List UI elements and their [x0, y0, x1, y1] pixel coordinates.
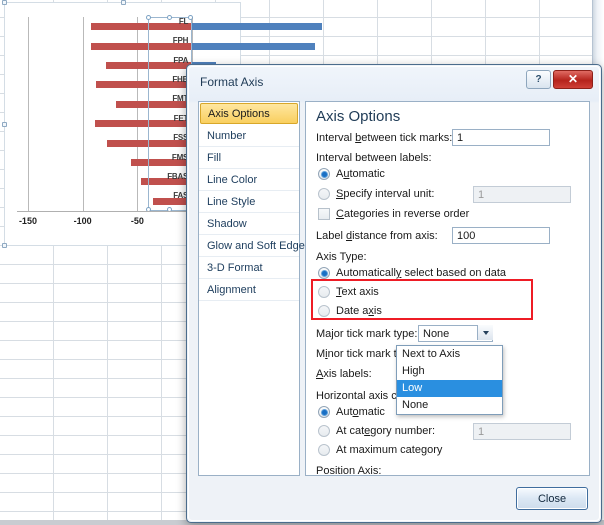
axis-type-auto-label: Automatically select based on data [336, 267, 506, 279]
radio-axis-type-auto[interactable] [318, 267, 330, 279]
h-crosses-auto-label: Automatic [336, 406, 385, 418]
dropdown-option-high[interactable]: High [397, 363, 502, 380]
axis-labels-label: Axis labels: [316, 368, 372, 380]
bar-positive [192, 42, 315, 50]
interval-labels-heading: Interval between labels: [316, 152, 432, 164]
label-distance-label: Label distance from axis: [316, 230, 438, 242]
dialog-titlebar[interactable]: Format Axis ? ✕ [189, 67, 599, 99]
chart-x-tick-label: -150 [18, 216, 37, 226]
chart-gridline [82, 17, 84, 211]
chart-resize-handle-ml[interactable] [2, 122, 7, 127]
sidebar-item-axis-options[interactable]: Axis Options [200, 103, 298, 124]
bar-positive [192, 23, 323, 31]
sidebar-item-line-style[interactable]: Line Style [199, 191, 299, 213]
close-x-icon[interactable]: ✕ [553, 70, 593, 89]
sidebar-item-label: Number [207, 130, 247, 142]
chevron-down-icon-major[interactable] [477, 325, 493, 340]
sidebar-item-label: Glow and Soft Edges [207, 240, 311, 252]
interval-tick-marks-input[interactable]: 1 [452, 129, 550, 146]
radio-interval-specify[interactable] [318, 188, 330, 200]
sidebar-item-label: 3-D Format [207, 262, 263, 274]
sidebar-item-glow-and-soft-edges[interactable]: Glow and Soft Edges [199, 235, 310, 257]
sidebar-item-label: Axis Options [208, 108, 270, 120]
h-crosses-max-label: At maximum category [336, 444, 443, 456]
chart-resize-handle-bl[interactable] [2, 243, 7, 248]
chart-resize-handle-tc[interactable] [121, 0, 126, 5]
axis-type-heading: Axis Type: [316, 251, 367, 263]
sidebar-item-label: Fill [207, 152, 222, 164]
interval-tick-marks-label: Interval between tick marks: [316, 132, 453, 144]
chart-gridline [27, 17, 29, 211]
label-distance-input[interactable]: 100 [452, 227, 550, 244]
sidebar-item-shadow[interactable]: Shadow [199, 213, 299, 235]
dialog-sidebar[interactable]: Axis Options Number Fill Line Color Line Sty… [198, 101, 310, 476]
sidebar-item-number[interactable]: Number [199, 125, 299, 147]
chart-resize-handle-tl[interactable] [2, 0, 7, 5]
close-button[interactable]: Close [516, 487, 588, 510]
interval-automatic-label: Automatic [336, 168, 385, 180]
checkbox-categories-reverse[interactable] [318, 208, 330, 220]
sidebar-item-label: Alignment [207, 284, 256, 296]
chart-x-tick-label: -100 [73, 216, 92, 226]
axis-selection-handle[interactable] [167, 15, 173, 20]
radio-h-crosses-auto[interactable] [318, 406, 330, 418]
position-axis-heading: Position Axis: [316, 465, 382, 476]
sidebar-item-3-d-format[interactable]: 3-D Format [199, 257, 299, 279]
sidebar-item-label: Line Style [207, 196, 256, 208]
dialog-title: Format Axis [200, 75, 264, 89]
interval-specify-input: 1 [473, 186, 571, 203]
chart-x-tick-label: -50 [130, 216, 144, 226]
dropdown-option-low[interactable]: Low [397, 380, 502, 397]
interval-specify-label: Specify interval unit: [336, 188, 435, 200]
highlight-annotation-box [311, 279, 533, 320]
radio-interval-automatic[interactable] [318, 168, 330, 180]
radio-h-crosses-max[interactable] [318, 444, 330, 456]
dropdown-option-next-to-axis[interactable]: Next to Axis [397, 346, 502, 363]
axis-selection-handle[interactable] [146, 15, 152, 20]
dropdown-option-none[interactable]: None [397, 397, 502, 414]
sidebar-item-label: Line Color [207, 174, 258, 186]
axis-options-panel[interactable]: Axis Options Interval between tick marks… [305, 101, 590, 476]
sidebar-item-fill[interactable]: Fill [199, 147, 299, 169]
format-axis-dialog[interactable]: Format Axis ? ✕ Axis Options Number Fill Li… [186, 64, 602, 523]
categories-reverse-label: Categories in reverse order [336, 208, 470, 220]
radio-h-crosses-category[interactable] [318, 425, 330, 437]
sidebar-item-line-color[interactable]: Line Color [199, 169, 299, 191]
axis-labels-dropdown-list[interactable]: Next to Axis High Low None [396, 345, 503, 415]
h-crosses-category-input: 1 [473, 423, 571, 440]
h-crosses-category-label: At category number: [336, 425, 436, 437]
help-icon[interactable]: ? [526, 70, 551, 89]
sidebar-item-alignment[interactable]: Alignment [199, 279, 299, 301]
sidebar-item-label: Shadow [207, 218, 247, 230]
panel-heading: Axis Options [316, 108, 401, 125]
major-tick-type-label: Major tick mark type: [316, 328, 418, 340]
